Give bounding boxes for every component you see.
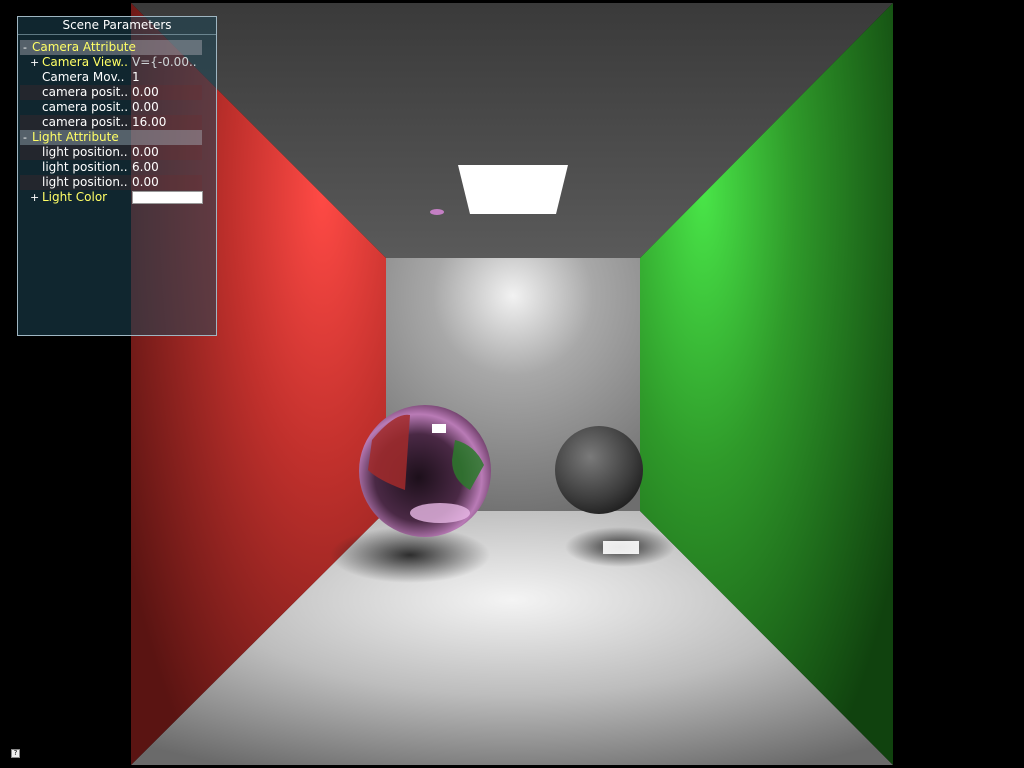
param-light-position-y[interactable]: light position.. 6.00 <box>20 160 202 175</box>
param-value[interactable]: 6.00 <box>132 160 159 175</box>
param-value[interactable]: 0.00 <box>132 85 159 100</box>
param-value[interactable]: 0.00 <box>132 100 159 115</box>
param-value[interactable]: 0.00 <box>132 145 159 160</box>
collapse-icon[interactable]: - <box>21 130 29 145</box>
param-value[interactable]: V={-0.00.. <box>132 55 197 70</box>
param-camera-position-x[interactable]: camera posit.. 0.00 <box>20 85 202 100</box>
glass-sphere <box>555 426 643 514</box>
scene-parameters-panel[interactable]: Scene Parameters - Camera Attribute + Ca… <box>17 16 217 336</box>
param-label: camera posit.. <box>42 85 129 99</box>
param-camera-move[interactable]: Camera Mov.. 1 <box>20 70 202 85</box>
param-label: camera posit.. <box>42 115 129 129</box>
param-label: Camera View.. <box>42 55 128 69</box>
panel-title: Scene Parameters <box>18 17 216 35</box>
light-color-swatch[interactable] <box>132 191 203 204</box>
param-value[interactable]: 0.00 <box>132 175 159 190</box>
group-label: Light Attribute <box>32 130 119 144</box>
param-light-color[interactable]: + Light Color <box>20 190 203 205</box>
help-icon[interactable]: ? <box>11 749 20 758</box>
param-value[interactable]: 16.00 <box>132 115 166 130</box>
param-label: light position.. <box>42 175 128 189</box>
mirror-sphere-shadow <box>330 527 490 583</box>
expand-icon[interactable]: + <box>30 190 39 205</box>
param-camera-position-y[interactable]: camera posit.. 0.00 <box>20 100 202 115</box>
param-label: camera posit.. <box>42 100 129 114</box>
param-light-position-z[interactable]: light position.. 0.00 <box>20 175 202 190</box>
param-label: light position.. <box>42 145 128 159</box>
collapse-icon[interactable]: - <box>21 40 29 55</box>
group-label: Camera Attribute <box>32 40 136 54</box>
expand-icon[interactable]: + <box>30 55 39 70</box>
param-value[interactable]: 1 <box>132 70 140 85</box>
param-light-position-x[interactable]: light position.. 0.00 <box>20 145 202 160</box>
ceiling-light <box>458 165 568 214</box>
param-label: Light Color <box>42 190 108 204</box>
param-camera-position-z[interactable]: camera posit.. 16.00 <box>20 115 202 130</box>
group-camera-attribute[interactable]: - Camera Attribute <box>20 40 202 55</box>
group-light-attribute[interactable]: - Light Attribute <box>20 130 202 145</box>
param-label: Camera Mov.. <box>42 70 125 84</box>
param-camera-view[interactable]: + Camera View.. V={-0.00.. <box>20 55 202 70</box>
param-label: light position.. <box>42 160 128 174</box>
